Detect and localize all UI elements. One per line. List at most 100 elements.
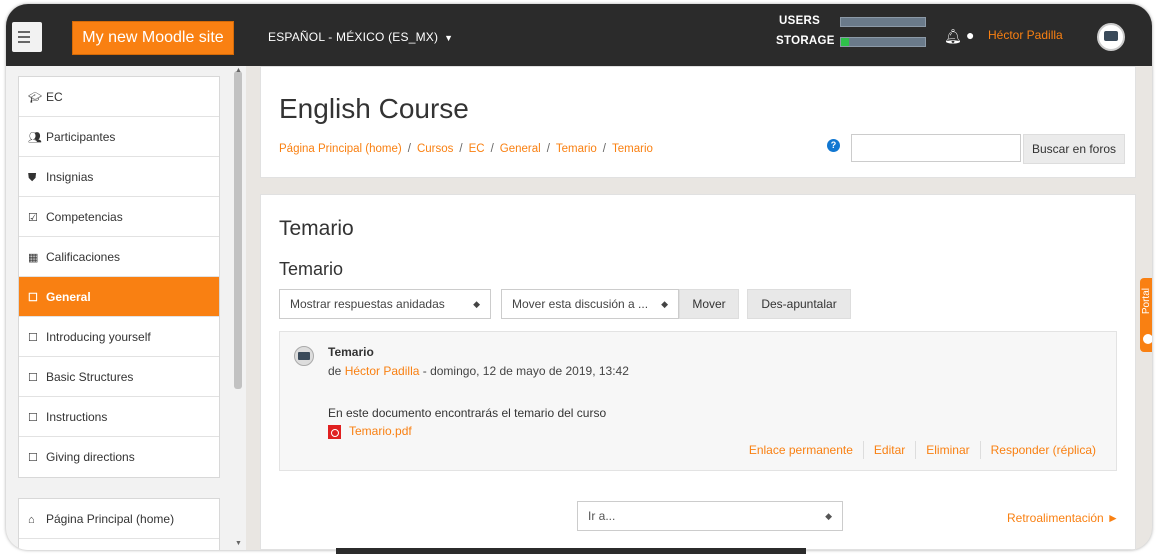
chat-bubble-icon[interactable]: ● xyxy=(966,27,974,43)
post-byline: de Héctor Padilla - domingo, 12 de mayo … xyxy=(328,364,629,378)
sidebar-item-basic-structures[interactable]: ☐ Basic Structures xyxy=(19,357,219,397)
forum-content: Temario Temario Mostrar respuestas anida… xyxy=(260,194,1136,550)
forum-post: Temario de Héctor Padilla - domingo, 12 … xyxy=(279,331,1117,471)
site-name-button[interactable]: My new Moodle site xyxy=(72,21,234,55)
app-window: My new Moodle site ESPAÑOL - MÉXICO (ES_… xyxy=(6,4,1152,550)
breadcrumb-link-cursos[interactable]: Cursos xyxy=(417,143,453,155)
select-arrows-icon: ◆ xyxy=(661,299,668,309)
sidebar-item-instructions[interactable]: ☐ Instructions xyxy=(19,397,219,437)
jump-to-select[interactable]: Ir a... ◆ xyxy=(577,501,843,531)
post-subject: Temario xyxy=(328,345,374,359)
scroll-down-icon[interactable]: ▼ xyxy=(235,540,242,547)
folder-icon: ☐ xyxy=(28,292,38,304)
folder-icon: ☐ xyxy=(28,412,38,424)
sidebar-item-insignias[interactable]: ⛊ Insignias xyxy=(19,157,219,197)
sidebar-item-label: Introducing yourself xyxy=(46,330,151,344)
portal-side-tab[interactable]: Portal xyxy=(1140,278,1152,352)
users-usage-label: USERS xyxy=(779,15,821,27)
sidebar-item-next[interactable] xyxy=(19,539,219,550)
edit-link[interactable]: Editar xyxy=(862,441,915,459)
breadcrumb-link-temario-discussion[interactable]: Temario xyxy=(612,143,653,155)
display-mode-select[interactable]: Mostrar respuestas anidadas ◆ xyxy=(279,289,491,319)
breadcrumb-link-home[interactable]: Página Principal (home) xyxy=(279,143,402,155)
forum-title: Temario xyxy=(279,217,354,240)
sidebar-item-label: EC xyxy=(46,90,63,104)
breadcrumb-separator: / xyxy=(407,143,411,155)
users-icon: 👥︎ xyxy=(28,132,42,144)
portal-tab-label: Portal xyxy=(1141,288,1152,315)
storage-usage-label: STORAGE xyxy=(776,35,835,47)
home-icon: ⌂ xyxy=(28,514,35,526)
sidebar-item-label: Instructions xyxy=(46,410,108,424)
byline-prefix: de xyxy=(328,364,342,378)
help-icon[interactable]: ? xyxy=(827,139,840,152)
breadcrumb: Página Principal (home) / Cursos / EC / Genera… xyxy=(279,143,653,155)
breadcrumb-separator: / xyxy=(490,143,494,155)
pdf-file-icon xyxy=(328,424,341,439)
language-menu[interactable]: ESPAÑOL - MÉXICO (ES_MX) ▼ xyxy=(268,25,453,50)
course-nav-group: 🎓︎ EC 👥︎ Participantes ⛊ Insignias ☑ Compete… xyxy=(18,76,220,478)
unpin-button[interactable]: Des-apuntalar xyxy=(747,289,851,319)
page-title: English Course xyxy=(279,93,469,124)
sidebar-item-competencias[interactable]: ☑ Competencias xyxy=(19,197,219,237)
menu-toggle-icon[interactable] xyxy=(12,22,42,52)
breadcrumb-link-general[interactable]: General xyxy=(500,143,541,155)
breadcrumb-separator: / xyxy=(602,143,606,155)
user-menu-name[interactable]: Héctor Padilla xyxy=(988,28,1063,42)
check-square-icon: ☑ xyxy=(28,212,38,224)
sidebar-item-introducing-yourself[interactable]: ☐ Introducing yourself xyxy=(19,317,219,357)
sidebar-item-participantes[interactable]: 👥︎ Participantes xyxy=(19,117,219,157)
breadcrumb-link-temario-forum[interactable]: Temario xyxy=(556,143,597,155)
attachment-link[interactable]: Temario.pdf xyxy=(349,424,412,438)
post-date: - domingo, 12 de mayo de 2019, 13:42 xyxy=(422,364,629,378)
sidebar-item-label: Participantes xyxy=(46,130,116,144)
sidebar-item-calificaciones[interactable]: ▦ Calificaciones xyxy=(19,237,219,277)
sidebar-item-home[interactable]: ⌂ Página Principal (home) xyxy=(19,499,219,539)
folder-icon: ☐ xyxy=(28,372,38,384)
post-commands: Enlace permanente Editar Eliminar Respon… xyxy=(739,441,1106,459)
sidebar-item-general[interactable]: ☐ General xyxy=(19,277,219,317)
breadcrumb-link-ec[interactable]: EC xyxy=(469,143,485,155)
nav-drawer: 🎓︎ EC 👥︎ Participantes ⛊ Insignias ☑ Compete… xyxy=(6,66,234,550)
discussion-title: Temario xyxy=(279,259,344,279)
author-link[interactable]: Héctor Padilla xyxy=(345,364,420,378)
next-activity-link[interactable]: Retroalimentación ► xyxy=(1007,511,1119,525)
top-navbar: My new Moodle site ESPAÑOL - MÉXICO (ES_… xyxy=(6,4,1152,66)
sidebar-item-label: Página Principal (home) xyxy=(46,512,175,526)
bottom-dark-bar xyxy=(336,548,806,554)
sidebar-item-label: Calificaciones xyxy=(46,250,121,264)
site-nav-group: ⌂ Página Principal (home) xyxy=(18,498,220,550)
shield-icon: ⛊ xyxy=(28,172,37,184)
scroll-up-icon[interactable]: ▲ xyxy=(235,67,242,74)
delete-link[interactable]: Eliminar xyxy=(915,441,979,459)
table-icon: ▦ xyxy=(28,252,39,264)
storage-usage-bar xyxy=(840,37,926,47)
author-avatar[interactable] xyxy=(294,346,314,366)
sidebar-item-giving-directions[interactable]: ☐ Giving directions xyxy=(19,437,219,477)
move-discussion-value: Mover esta discusión a ... xyxy=(512,297,649,311)
graduation-cap-icon: 🎓︎ xyxy=(28,92,42,104)
language-label: ESPAÑOL - MÉXICO (ES_MX) xyxy=(268,30,439,44)
sidebar-item-label: Giving directions xyxy=(46,450,135,464)
display-mode-value: Mostrar respuestas anidadas xyxy=(290,297,445,311)
sidebar-scrollbar-thumb[interactable] xyxy=(234,71,242,389)
post-attachment: Temario.pdf xyxy=(328,424,412,439)
storage-usage-fill xyxy=(841,38,850,46)
sidebar-item-label: Insignias xyxy=(46,170,94,184)
jump-to-value: Ir a... xyxy=(588,509,616,523)
sidebar-item-label: Basic Structures xyxy=(46,370,134,384)
user-avatar[interactable] xyxy=(1097,23,1125,51)
permalink-link[interactable]: Enlace permanente xyxy=(739,441,863,459)
bell-icon[interactable]: 🔔︎ xyxy=(944,28,962,45)
forum-search-button[interactable]: Buscar en foros xyxy=(1023,134,1125,164)
move-button[interactable]: Mover xyxy=(679,289,739,319)
forum-search-input[interactable] xyxy=(851,134,1021,162)
select-arrows-icon: ◆ xyxy=(825,511,832,521)
users-usage-bar xyxy=(840,17,926,27)
folder-icon: ☐ xyxy=(28,452,38,464)
sidebar-item-ec[interactable]: 🎓︎ EC xyxy=(19,77,219,117)
move-discussion-select[interactable]: Mover esta discusión a ... ◆ xyxy=(501,289,679,319)
page-header: English Course Página Principal (home) / C… xyxy=(260,66,1136,178)
breadcrumb-separator: / xyxy=(546,143,550,155)
reply-link[interactable]: Responder (réplica) xyxy=(979,441,1106,459)
